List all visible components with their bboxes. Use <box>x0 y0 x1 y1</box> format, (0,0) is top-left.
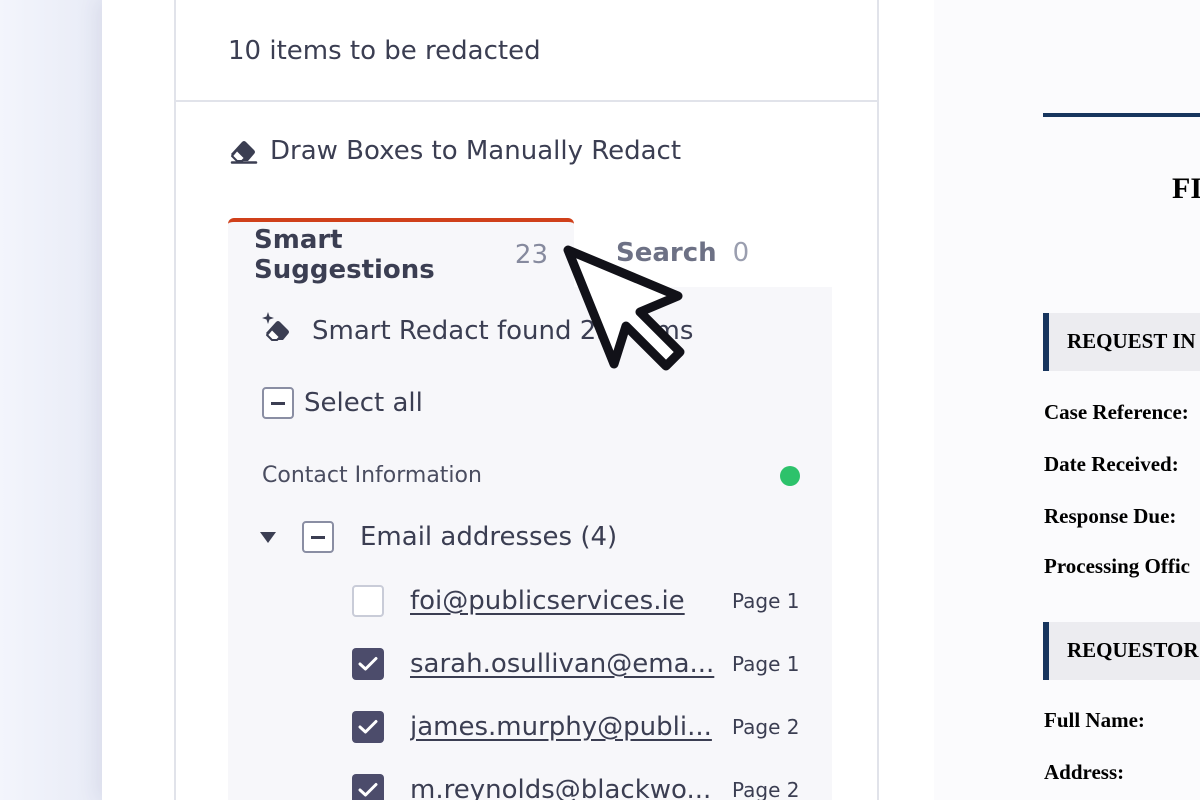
list-item[interactable]: james.murphy@publi... Page 2 <box>352 707 812 747</box>
document-field-full-name: Full Name: <box>1044 708 1145 732</box>
list-item[interactable]: foi@publicservices.ie Page 1 <box>352 581 812 621</box>
category-contact-information: Contact Information <box>262 463 802 488</box>
select-all-checkbox[interactable] <box>262 387 294 419</box>
document-field-response-due: Response Due: <box>1044 504 1177 528</box>
redaction-count-title: 10 items to be redacted <box>228 36 541 66</box>
document-section-request: REQUEST IN <box>1043 313 1200 371</box>
item-page: Page 1 <box>732 589 800 613</box>
item-page: Page 1 <box>732 652 800 676</box>
list-item[interactable]: sarah.osullivan@ema... Page 1 <box>352 644 812 684</box>
item-checkbox[interactable] <box>352 774 384 800</box>
item-checkbox[interactable] <box>352 711 384 743</box>
group-checkbox[interactable] <box>302 521 334 553</box>
list-item[interactable]: m.reynolds@blackwo... Page 2 <box>352 770 812 800</box>
manual-redact-button[interactable]: Draw Boxes to Manually Redact <box>228 136 681 166</box>
document-title: FI <box>1172 172 1200 205</box>
select-all-row[interactable]: Select all <box>262 387 423 419</box>
document-field-date-received: Date Received: <box>1044 452 1179 476</box>
document-header-rule <box>1043 113 1200 117</box>
group-email-addresses[interactable]: Email addresses (4) <box>260 521 617 553</box>
tab-search-count: 0 <box>732 238 750 268</box>
item-checkbox[interactable] <box>352 648 384 680</box>
manual-redact-label: Draw Boxes to Manually Redact <box>270 136 682 166</box>
magic-eraser-icon <box>260 311 294 350</box>
item-email-link[interactable]: m.reynolds@blackwo... <box>410 775 716 800</box>
item-page: Page 2 <box>732 778 800 800</box>
mouse-pointer-icon <box>560 240 700 384</box>
caret-down-icon[interactable] <box>260 531 276 543</box>
panel-header: 10 items to be redacted <box>176 0 877 102</box>
document-preview[interactable]: FI REQUEST IN Case Reference: Date Recei… <box>934 0 1200 800</box>
document-field-processing-officer: Processing Offic <box>1044 554 1190 578</box>
document-section-requestor: REQUESTOR <box>1043 622 1200 680</box>
item-page: Page 2 <box>732 715 800 739</box>
select-all-label: Select all <box>304 388 423 418</box>
item-email-link[interactable]: james.murphy@publi... <box>410 712 716 742</box>
item-checkbox[interactable] <box>352 585 384 617</box>
document-field-address: Address: <box>1044 760 1125 784</box>
eraser-icon <box>228 137 260 165</box>
category-label: Contact Information <box>262 463 482 488</box>
tab-smart-suggestions[interactable]: Smart Suggestions 23 <box>228 218 574 288</box>
redaction-panel: 10 items to be redacted Draw Boxes to Ma… <box>174 0 879 800</box>
tab-smart-suggestions-count: 23 <box>514 240 548 270</box>
item-email-link[interactable]: foi@publicservices.ie <box>410 586 716 616</box>
tab-smart-suggestions-label: Smart Suggestions <box>254 225 435 285</box>
group-label: Email addresses (4) <box>360 522 618 552</box>
left-gutter <box>0 0 102 800</box>
suggestions-list: Smart Redact found 23 items Select all C… <box>228 287 832 800</box>
category-status-dot <box>780 465 800 486</box>
item-email-link[interactable]: sarah.osullivan@ema... <box>410 649 716 679</box>
document-field-case-reference: Case Reference: <box>1044 400 1189 424</box>
